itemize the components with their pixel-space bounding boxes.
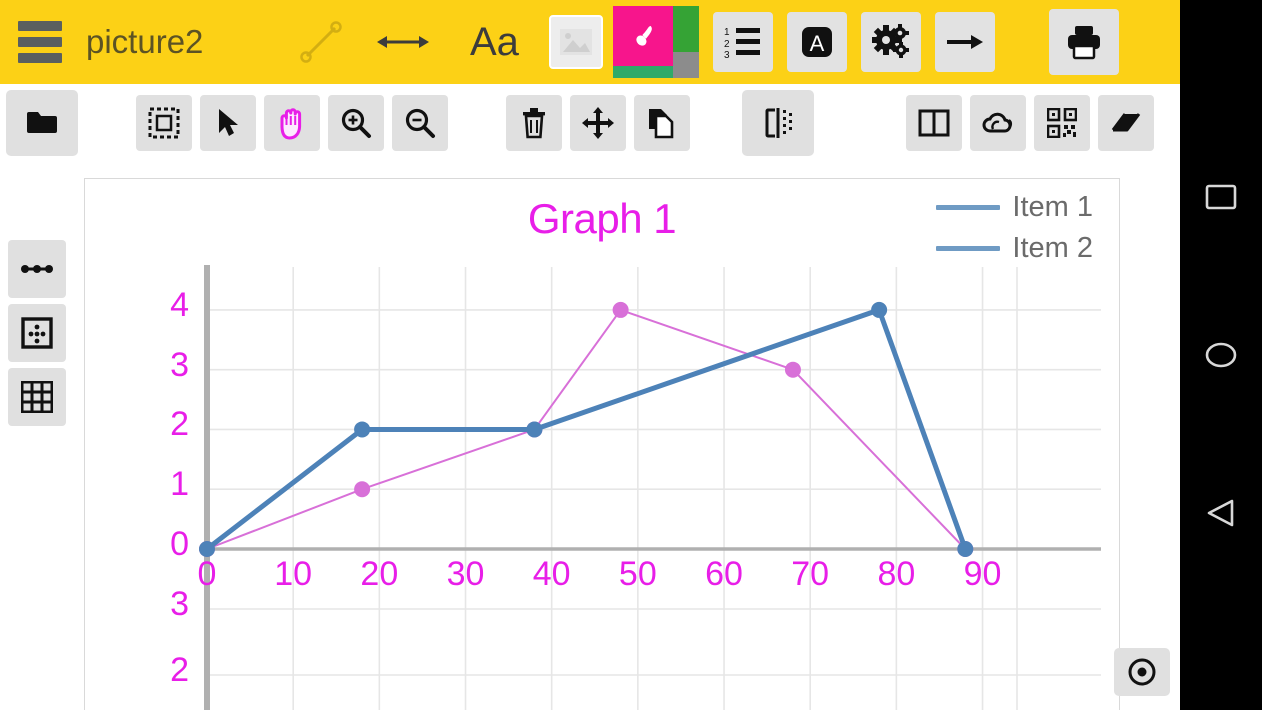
back-button[interactable] [1180, 478, 1262, 548]
copy-pages-icon[interactable] [634, 95, 690, 151]
swatch-green-color [673, 6, 700, 52]
text-aa-icon[interactable]: Aa [457, 12, 531, 72]
gears-icon[interactable] [861, 12, 922, 72]
numbered-list-icon[interactable]: 1 2 3 [713, 12, 774, 72]
hamburger-bar [18, 53, 62, 63]
eraser-icon[interactable] [1098, 95, 1154, 151]
grid-table-icon[interactable] [8, 368, 66, 426]
trash-icon[interactable] [506, 95, 562, 151]
printer-icon[interactable] [1049, 9, 1120, 75]
marquee-select-icon[interactable] [136, 95, 192, 151]
triangle-left-icon [1207, 499, 1234, 527]
y-axis-tick-label: 4 [170, 285, 189, 324]
text-tool-label: Aa [469, 19, 519, 64]
y-axis-tick-label-lower: 2 [170, 651, 189, 689]
x-axis-tick-label: 40 [532, 555, 571, 593]
plot-area [85, 179, 1119, 710]
sub-toolbar [0, 84, 1262, 162]
x-axis-tick-label: 70 [791, 555, 830, 593]
x-axis-tick-label: 50 [618, 555, 657, 593]
x-axis-tick-label: 20 [360, 555, 399, 593]
picture-icon[interactable] [549, 15, 604, 69]
two-columns-icon[interactable] [906, 95, 962, 151]
svg-text:3: 3 [724, 50, 730, 59]
circle-icon [1205, 342, 1237, 368]
document-title: picture2 [86, 23, 204, 60]
swatch-gray-color [673, 52, 700, 78]
left-tool-rail [8, 240, 66, 426]
line-segment-icon[interactable] [291, 12, 351, 72]
cursor-arrow-icon[interactable] [200, 95, 256, 151]
magnifier-plus-icon[interactable] [328, 95, 384, 151]
square-icon [1205, 184, 1237, 210]
arrow-right-icon[interactable] [935, 12, 996, 72]
x-axis-tick-label: 90 [963, 555, 1002, 593]
y-axis-tick-label: 2 [170, 405, 189, 444]
hamburger-menu-icon[interactable] [18, 21, 62, 63]
x-axis-tick-label: 10 [274, 555, 313, 593]
flip-horizontal-icon[interactable] [742, 90, 814, 156]
app-root: picture2 Aa 1 2 3 A Graph 1 Item 1 Item … [0, 0, 1262, 710]
home-button[interactable] [1180, 320, 1262, 390]
recents-button[interactable] [1180, 162, 1262, 232]
record-target-button[interactable] [1114, 648, 1170, 696]
y-axis-tick-label: 1 [170, 465, 189, 504]
hamburger-bar [18, 21, 62, 31]
framed-dots-icon[interactable] [8, 304, 66, 362]
x-axis-tick-label: 30 [446, 555, 485, 593]
svg-text:2: 2 [724, 39, 730, 50]
paintbrush-icon [635, 23, 657, 49]
double-arrow-icon[interactable] [373, 12, 433, 72]
top-toolbar: picture2 Aa 1 2 3 A [0, 0, 1180, 84]
chart-canvas[interactable]: Graph 1 Item 1 Item 2 4321032 0 10 20 30 40 5… [84, 178, 1120, 710]
dots-connected-icon[interactable] [8, 240, 66, 298]
folder-icon[interactable] [6, 90, 78, 156]
hand-icon[interactable] [264, 95, 320, 151]
svg-text:A: A [810, 31, 825, 56]
color-swatch[interactable] [613, 6, 700, 78]
x-axis-tick-label: 60 [705, 555, 743, 593]
move-arrows-icon[interactable] [570, 95, 626, 151]
cloud-icon[interactable] [970, 95, 1026, 151]
android-nav-bar [1180, 0, 1262, 710]
swatch-bottom-color [613, 66, 674, 78]
svg-text:1: 1 [724, 27, 730, 38]
x-axis-tick-label: 0 [197, 555, 217, 593]
hamburger-bar [18, 37, 62, 47]
y-axis-tick-label: 3 [170, 345, 189, 384]
magnifier-minus-icon[interactable] [392, 95, 448, 151]
plot-svg [199, 265, 1101, 710]
qr-code-icon[interactable] [1034, 95, 1090, 151]
letter-a-box-icon[interactable]: A [787, 12, 848, 72]
target-circle-icon [1128, 658, 1156, 686]
x-axis-tick-label: 80 [877, 555, 916, 593]
